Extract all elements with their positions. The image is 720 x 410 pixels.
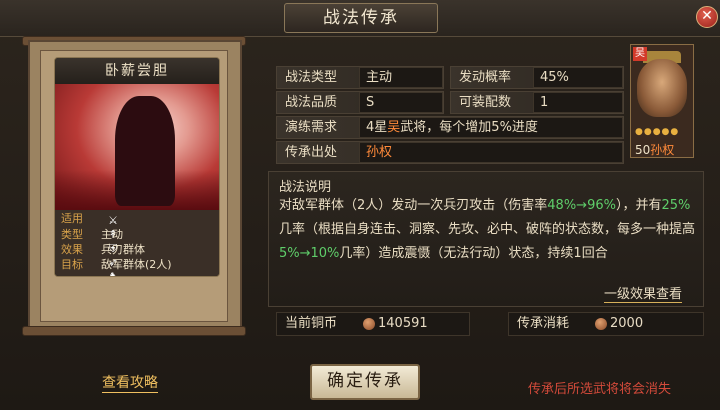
general-stars: ●●●●● (635, 127, 680, 137)
general-name: 孙权 (650, 143, 675, 157)
cost-value-wrap: 2000 (595, 313, 643, 335)
window-title: 战法传承 (284, 3, 438, 33)
artwork-warrior (115, 96, 175, 206)
cost-label: 传承消耗 (517, 316, 570, 331)
attr-type-value: 主动 (359, 67, 443, 88)
coin-icon (595, 317, 607, 330)
desc-damage-range: 48%→96% (547, 198, 616, 213)
attr-slots-value: 1 (533, 92, 623, 113)
attr-quality-value: S (359, 92, 443, 113)
info-value-target: 敌军群体(2人) (101, 258, 172, 271)
info-key-target: 目标 (61, 258, 83, 271)
warning-text: 传承后所选武将将会消失 (528, 382, 672, 397)
attr-slots: 可装配数 1 (450, 91, 624, 114)
desc-chance: 25% (661, 198, 691, 213)
attr-type-label: 战法类型 (285, 70, 338, 85)
info-value-type: 主动 (101, 228, 123, 241)
attr-slots-label: 可装配数 (459, 95, 512, 110)
attr-chance-label: 发动概率 (459, 70, 512, 85)
info-key-type: 类型 (61, 228, 83, 241)
title-bar: 战法传承 (0, 0, 720, 37)
attr-quality: 战法品质 S (276, 91, 444, 114)
training-suffix: 武将，每个增加5%进度 (400, 120, 538, 135)
description-text: 对敌军群体（2人）发动一次兵刃攻击（伤害率48%→96%），并有25% 几率（根据… (279, 194, 699, 266)
desc-part3: 几率（根据自身连击、洞察、先攻、必中、破阵的状态数，每多一种提高 (279, 222, 696, 237)
training-faction: 吴 (387, 120, 401, 135)
general-face (637, 59, 687, 117)
inherit-cost: 传承消耗 2000 (508, 312, 704, 336)
cost-value: 2000 (610, 316, 644, 331)
copper-value-wrap: 140591 (363, 313, 428, 335)
dialog-frame: 战法传承 ✕ 卧薪尝胆 适用 ⚔↟⛨➶♞✻ 类型主动 效果兵刃群体 (0, 0, 720, 410)
attr-origin-value[interactable]: 孙权 (359, 142, 623, 163)
copper-label: 当前铜币 (285, 316, 338, 331)
skill-name: 卧薪尝胆 (55, 58, 219, 84)
training-prefix: 4星 (366, 120, 388, 135)
skill-info: 适用 ⚔↟⛨➶♞✻ 类型主动 效果兵刃群体 目标敌军群体(2人) (55, 210, 219, 276)
general-portrait[interactable]: 吴 ●●●●● 50孙权 (630, 44, 694, 158)
skill-artwork (55, 84, 219, 210)
general-level: 50 (635, 143, 651, 157)
attr-origin: 传承出处 孙权 (276, 141, 624, 164)
guide-link[interactable]: 查看攻略 (102, 372, 158, 393)
sword-icon: ⚔ (108, 214, 118, 227)
close-button[interactable]: ✕ (696, 6, 718, 28)
attr-training-label: 演练需求 (285, 120, 338, 135)
copper-balance: 当前铜币 140591 (276, 312, 470, 336)
confirm-inherit-button[interactable]: 确定传承 (310, 364, 420, 400)
attr-chance-value: 45% (533, 67, 623, 88)
info-key-effect: 效果 (61, 243, 83, 256)
info-value-effect: 兵刃群体 (101, 243, 145, 256)
attr-quality-label: 战法品质 (285, 95, 338, 110)
desc-chance-range: 5%→10% (279, 246, 340, 261)
skill-card: 卧薪尝胆 适用 ⚔↟⛨➶♞✻ 类型主动 效果兵刃群体 目标敌军群体(2人) (54, 57, 220, 277)
desc-part2: ），并有 (615, 198, 662, 213)
copper-value: 140591 (378, 316, 428, 331)
info-key-applicable: 适用 (61, 212, 83, 225)
desc-part1: 对敌军群体（2人）发动一次兵刃攻击（伤害率 (279, 198, 548, 213)
description-title: 战法说明 (279, 180, 332, 195)
level-effect-link[interactable]: 一级效果查看 (604, 283, 683, 303)
attr-chance: 发动概率 45% (450, 66, 624, 89)
scroll-bottom-rod (22, 326, 246, 336)
attr-training: 演练需求 4星吴武将，每个增加5%进度 (276, 116, 624, 139)
desc-part4: 几率）造成震慑（无法行动）状态，持续1回合 (339, 246, 608, 261)
general-level-name: 50孙权 (635, 141, 674, 158)
attr-origin-label: 传承出处 (285, 145, 338, 160)
coin-icon (363, 317, 375, 330)
attr-type: 战法类型 主动 (276, 66, 444, 89)
attr-training-value: 4星吴武将，每个增加5%进度 (359, 117, 623, 138)
faction-seal: 吴 (633, 47, 647, 61)
